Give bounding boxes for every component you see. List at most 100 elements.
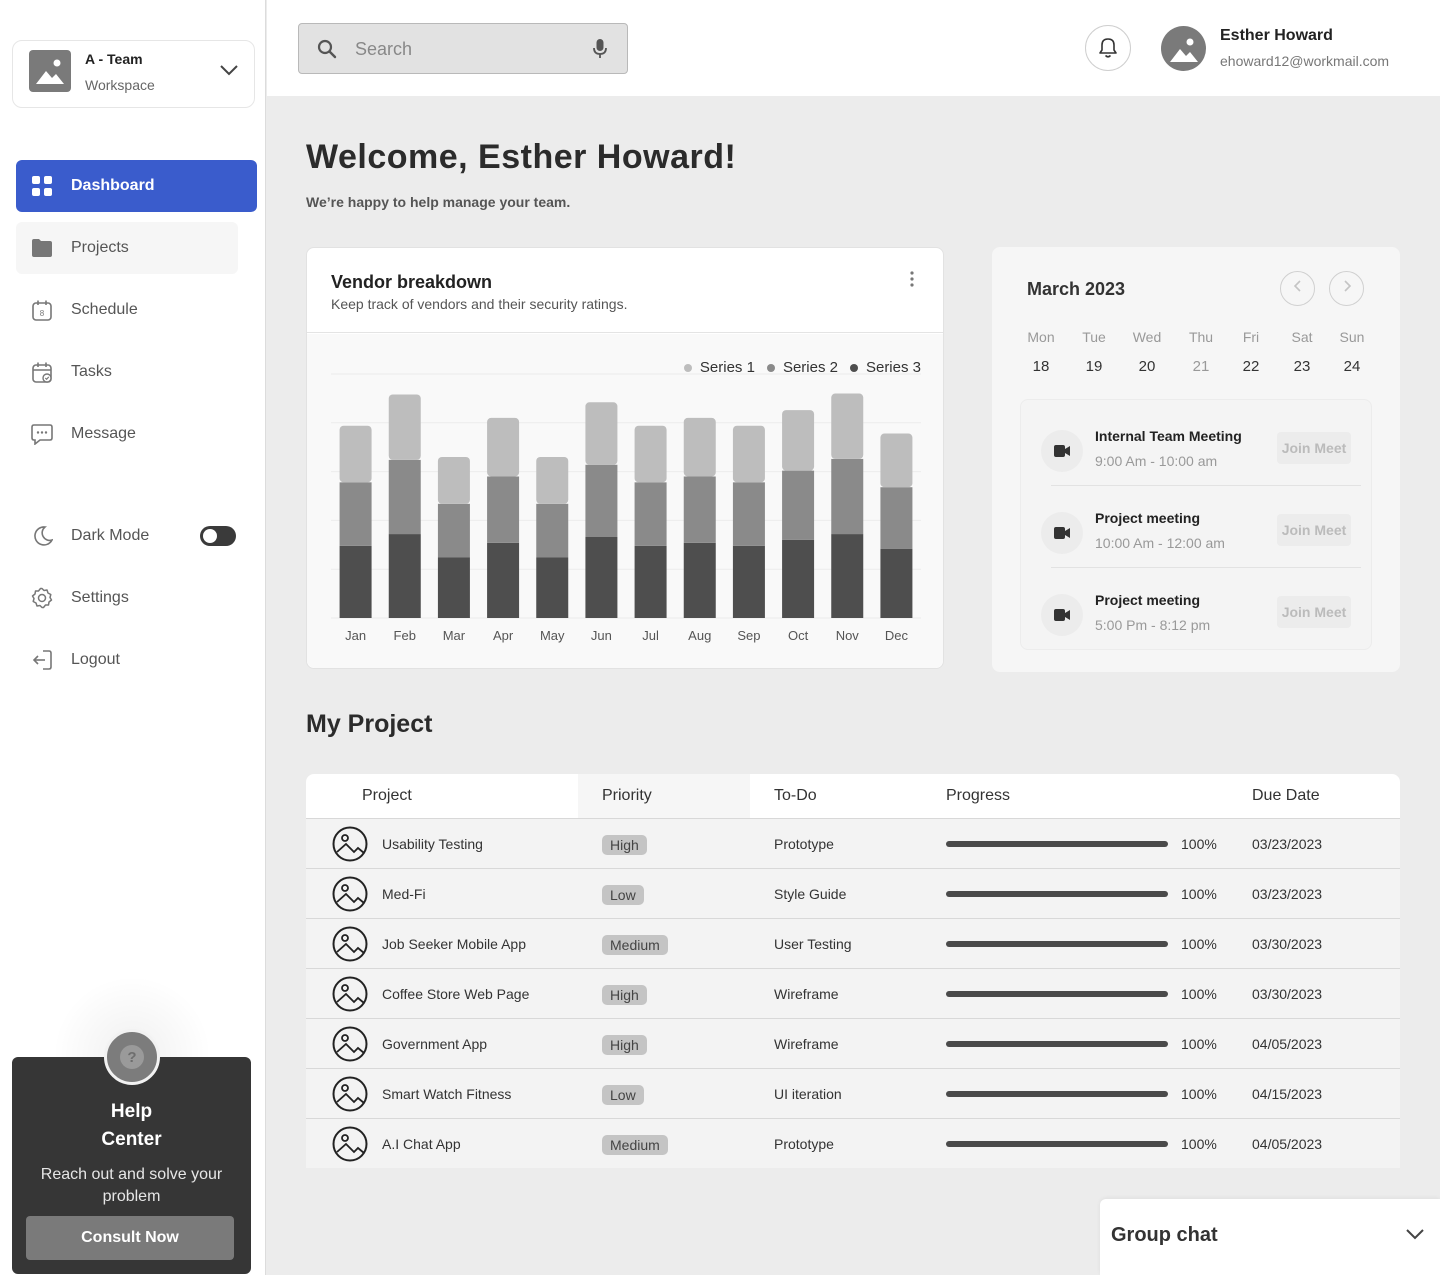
bar-series-3-aug[interactable] — [683, 542, 716, 618]
bar-series-3-jul[interactable] — [634, 545, 667, 618]
more-vertical-icon[interactable] — [909, 270, 915, 293]
bar-series-3-jun[interactable] — [585, 536, 618, 618]
bar-series-1-may[interactable] — [536, 456, 569, 504]
bar-series-3-oct[interactable] — [782, 539, 815, 618]
workspace-switcher[interactable]: A - Team Workspace — [12, 40, 255, 108]
nav-dashboard[interactable]: Dashboard — [16, 160, 257, 212]
bar-series-2-may[interactable] — [536, 503, 569, 558]
bar-series-3-dec[interactable] — [880, 548, 913, 618]
bar-series-1-oct[interactable] — [782, 410, 815, 471]
table-row[interactable]: Smart Watch Fitness Low UI iteration 100% 04… — [306, 1068, 1400, 1118]
progress-fill — [946, 1091, 1168, 1097]
bar-series-2-feb[interactable] — [388, 459, 421, 535]
search-input[interactable] — [355, 37, 575, 61]
bar-series-3-jan[interactable] — [339, 545, 372, 618]
chevron-right-icon — [1342, 279, 1352, 298]
user-email: ehoward12@workmail.com — [1220, 53, 1390, 69]
consult-now-button[interactable]: Consult Now — [26, 1216, 234, 1260]
calendar-date[interactable]: 20 — [1122, 358, 1172, 375]
nav-settings[interactable]: Settings — [16, 572, 257, 624]
bar-series-2-jul[interactable] — [634, 482, 667, 546]
notification-bell-icon[interactable] — [1085, 25, 1131, 71]
bar-series-1-jul[interactable] — [634, 425, 667, 483]
search-bar[interactable] — [298, 23, 628, 74]
project-name[interactable]: Smart Watch Fitness — [382, 1069, 511, 1119]
join-meet-button[interactable]: Join Meet — [1277, 596, 1351, 628]
microphone-icon[interactable] — [593, 38, 607, 65]
calendar-date[interactable]: 18 — [1016, 358, 1066, 375]
x-tick-label: May — [540, 628, 565, 643]
bar-series-3-feb[interactable] — [388, 534, 421, 618]
bar-series-1-aug[interactable] — [683, 417, 716, 477]
legend-item-series-3[interactable]: Series 3 — [849, 359, 921, 376]
table-row[interactable]: Job Seeker Mobile App Medium User Testing 1… — [306, 918, 1400, 968]
project-name[interactable]: Government App — [382, 1019, 487, 1069]
table-row[interactable]: Usability Testing High Prototype 100% 03/23/… — [306, 818, 1400, 868]
bar-series-1-dec[interactable] — [880, 433, 913, 488]
priority-badge: Low — [602, 885, 644, 905]
table-row[interactable]: A.I Chat App Medium Prototype 100% 04/05/202… — [306, 1118, 1400, 1168]
project-name[interactable]: Med-Fi — [382, 869, 426, 919]
column-header-todo[interactable]: To-Do — [774, 774, 817, 818]
project-name[interactable]: Coffee Store Web Page — [382, 969, 529, 1019]
avatar[interactable] — [1161, 26, 1206, 71]
bar-series-3-sep[interactable] — [732, 545, 765, 618]
calendar-date[interactable]: 21 — [1176, 358, 1226, 375]
bar-series-2-dec[interactable] — [880, 487, 913, 549]
calendar-next-button[interactable] — [1329, 271, 1364, 306]
calendar-date[interactable]: 24 — [1327, 358, 1377, 375]
nav-settings-label: Settings — [71, 589, 129, 606]
calendar-date[interactable]: 19 — [1069, 358, 1119, 375]
bar-series-1-nov[interactable] — [831, 393, 864, 459]
nav-projects[interactable]: Projects — [16, 222, 238, 274]
table-row[interactable]: Government App High Wireframe 100% 04/05/202… — [306, 1018, 1400, 1068]
bar-series-1-apr[interactable] — [487, 417, 520, 477]
bar-series-3-mar[interactable] — [437, 557, 470, 618]
project-name[interactable]: Usability Testing — [382, 819, 483, 869]
meeting-item: Internal Team Meeting 9:00 Am - 10:00 am J… — [1021, 404, 1373, 486]
vendor-bar-chart: Jan Feb Mar Apr May Jun Jul Aug Sep Oct Nov Dec — [331, 373, 921, 643]
calendar-date[interactable]: 22 — [1226, 358, 1276, 375]
calendar-date[interactable]: 23 — [1277, 358, 1327, 375]
bar-series-2-oct[interactable] — [782, 470, 815, 540]
bar-series-1-jan[interactable] — [339, 425, 372, 483]
bar-series-1-mar[interactable] — [437, 456, 470, 504]
dark-mode-toggle[interactable] — [200, 526, 236, 546]
column-header-priority[interactable]: Priority — [602, 774, 652, 818]
bar-series-2-apr[interactable] — [487, 476, 520, 543]
bar-series-2-nov[interactable] — [831, 458, 864, 535]
todo-cell: UI iteration — [774, 1086, 842, 1102]
join-meet-button[interactable]: Join Meet — [1277, 514, 1351, 546]
bar-series-3-nov[interactable] — [831, 534, 864, 618]
help-center-title: Help Center — [12, 1098, 251, 1154]
bar-series-3-apr[interactable] — [487, 542, 520, 618]
bar-series-2-mar[interactable] — [437, 503, 470, 558]
day-of-week: Thu — [1188, 329, 1214, 345]
nav-tasks[interactable]: Tasks — [16, 346, 257, 398]
bar-series-2-jun[interactable] — [585, 464, 618, 537]
chevron-down-icon[interactable] — [220, 63, 238, 81]
table-row[interactable]: Coffee Store Web Page High Wireframe 100% 03… — [306, 968, 1400, 1018]
chevron-down-icon[interactable] — [1406, 1227, 1424, 1245]
group-chat-panel[interactable]: Group chat — [1100, 1199, 1440, 1275]
join-meet-button[interactable]: Join Meet — [1277, 432, 1351, 464]
nav-schedule[interactable]: 8 Schedule — [16, 284, 257, 336]
legend-item-series-2[interactable]: Series 2 — [766, 359, 838, 376]
column-header-due-date[interactable]: Due Date — [1252, 774, 1320, 818]
calendar-prev-button[interactable] — [1280, 271, 1315, 306]
bar-series-1-sep[interactable] — [732, 425, 765, 483]
nav-logout[interactable]: Logout — [16, 634, 257, 686]
project-name[interactable]: A.I Chat App — [382, 1119, 461, 1169]
table-row[interactable]: Med-Fi Low Style Guide 100% 03/23/2023 — [306, 868, 1400, 918]
column-header-project[interactable]: Project — [362, 774, 412, 818]
legend-item-series-1[interactable]: Series 1 — [683, 359, 755, 376]
bar-series-1-jun[interactable] — [585, 402, 618, 465]
bar-series-2-aug[interactable] — [683, 476, 716, 543]
bar-series-2-jan[interactable] — [339, 482, 372, 546]
bar-series-2-sep[interactable] — [732, 482, 765, 546]
bar-series-3-may[interactable] — [536, 557, 569, 618]
bar-series-1-feb[interactable] — [388, 394, 421, 460]
nav-message[interactable]: Message — [16, 408, 257, 460]
column-header-progress[interactable]: Progress — [946, 774, 1010, 818]
project-name[interactable]: Job Seeker Mobile App — [382, 919, 526, 969]
